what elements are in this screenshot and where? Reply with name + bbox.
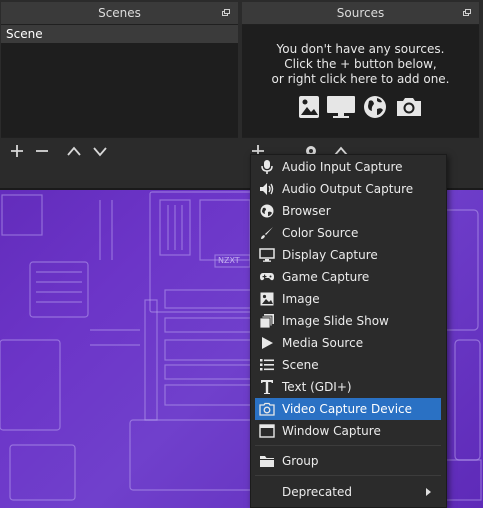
menu-item-group[interactable]: Group xyxy=(255,450,441,472)
menu-item-audio-output-capture[interactable]: Audio Output Capture xyxy=(255,178,441,200)
monitor-icon xyxy=(258,246,276,264)
menu-item-label: Deprecated xyxy=(282,485,352,499)
menu-item-label: Image xyxy=(282,292,320,306)
move-scene-down-button[interactable] xyxy=(89,140,111,162)
menu-item-label: Game Capture xyxy=(282,270,370,284)
menu-item-label: Image Slide Show xyxy=(282,314,389,328)
scenes-panel: Scenes Scene xyxy=(1,2,238,166)
brush-icon xyxy=(258,224,276,242)
add-scene-button[interactable] xyxy=(6,140,28,162)
scene-list-item[interactable]: Scene xyxy=(1,25,238,43)
menu-item-browser[interactable]: Browser xyxy=(255,200,441,222)
float-dock-icon[interactable] xyxy=(463,9,471,16)
menu-separator xyxy=(255,475,441,476)
menu-item-label: Browser xyxy=(282,204,331,218)
monitor-icon xyxy=(326,96,355,118)
scenes-toolbar xyxy=(1,137,238,166)
menu-item-video-capture-device[interactable]: Video Capture Device xyxy=(255,398,441,420)
image-icon xyxy=(258,290,276,308)
sources-empty-message: You don't have any sources. Click the + … xyxy=(242,25,479,87)
svg-text:NZXT: NZXT xyxy=(218,256,240,265)
menu-item-label: Display Capture xyxy=(282,248,378,262)
menu-item-label: Scene xyxy=(282,358,319,372)
sources-list[interactable]: You don't have any sources. Click the + … xyxy=(242,25,479,138)
remove-scene-button[interactable] xyxy=(31,140,53,162)
chevron-up-icon xyxy=(67,146,81,156)
camera-icon xyxy=(396,98,421,116)
list-icon xyxy=(258,356,276,374)
menu-item-text-gdi[interactable]: Text (GDI+) xyxy=(255,376,441,398)
move-scene-up-button[interactable] xyxy=(63,140,85,162)
menu-item-label: Video Capture Device xyxy=(282,402,413,416)
menu-item-media-source[interactable]: Media Source xyxy=(255,332,441,354)
empty-message-line: Click the + button below, xyxy=(284,57,437,71)
folder-icon xyxy=(258,452,276,470)
menu-item-label: Window Capture xyxy=(282,424,381,438)
menu-item-label: Audio Output Capture xyxy=(282,182,414,196)
empty-message-line: You don't have any sources. xyxy=(276,42,445,56)
menu-item-label: Color Source xyxy=(282,226,359,240)
menu-item-label: Audio Input Capture xyxy=(282,160,403,174)
menu-item-label: Text (GDI+) xyxy=(282,380,352,394)
sources-panel-title: Sources xyxy=(336,6,385,20)
globe-icon xyxy=(363,96,386,118)
camera-icon xyxy=(258,400,276,418)
source-type-icons xyxy=(242,95,479,119)
menu-item-game-capture[interactable]: Game Capture xyxy=(255,266,441,288)
menu-item-label: Media Source xyxy=(282,336,364,350)
menu-item-display-capture[interactable]: Display Capture xyxy=(255,244,441,266)
menu-item-image-slide-show[interactable]: Image Slide Show xyxy=(255,310,441,332)
menu-item-image[interactable]: Image xyxy=(255,288,441,310)
gamepad-icon xyxy=(258,268,276,286)
minus-icon xyxy=(36,150,48,152)
add-source-context-menu: Audio Input Capture Audio Output Capture… xyxy=(250,154,447,508)
menu-item-label: Group xyxy=(282,454,319,468)
float-dock-icon[interactable] xyxy=(222,9,230,16)
menu-item-scene[interactable]: Scene xyxy=(255,354,441,376)
menu-item-icon-placeholder xyxy=(258,483,276,501)
window-icon xyxy=(258,422,276,440)
image-icon xyxy=(298,96,319,118)
submenu-arrow-icon xyxy=(426,488,431,496)
menu-item-window-capture[interactable]: Window Capture xyxy=(255,420,441,442)
menu-item-color-source[interactable]: Color Source xyxy=(255,222,441,244)
play-icon xyxy=(258,334,276,352)
sources-panel: Sources You don't have any sources. Clic… xyxy=(242,2,479,166)
microphone-icon xyxy=(258,158,276,176)
plus-icon xyxy=(11,145,23,157)
scenes-panel-title: Scenes xyxy=(98,6,141,20)
text-icon xyxy=(258,378,276,396)
chevron-down-icon xyxy=(93,147,107,157)
menu-item-audio-input-capture[interactable]: Audio Input Capture xyxy=(255,156,441,178)
slideshow-icon xyxy=(258,312,276,330)
globe-icon xyxy=(258,202,276,220)
scenes-list[interactable]: Scene xyxy=(1,25,238,138)
menu-item-deprecated[interactable]: Deprecated xyxy=(255,481,441,503)
empty-message-line: or right click here to add one. xyxy=(271,72,450,86)
sources-panel-header: Sources xyxy=(242,2,479,25)
menu-separator xyxy=(255,445,441,446)
speaker-icon xyxy=(258,180,276,198)
scenes-panel-header: Scenes xyxy=(1,2,238,25)
